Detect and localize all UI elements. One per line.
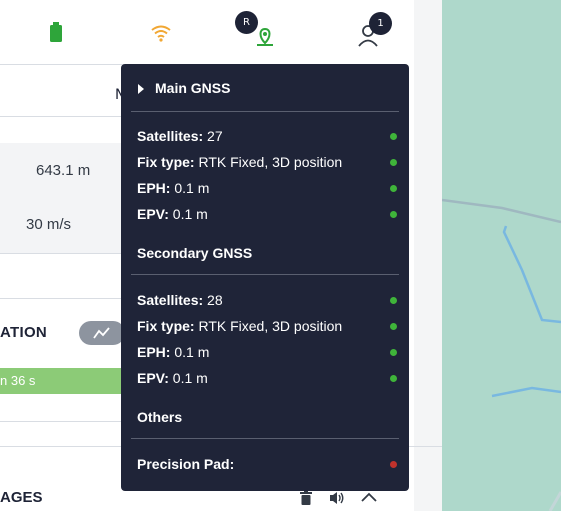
popup-divider bbox=[131, 438, 399, 439]
status-dot bbox=[390, 185, 397, 192]
mission-progress-bar: n 36 s bbox=[0, 368, 128, 394]
telemetry-values bbox=[0, 143, 127, 253]
status-dot bbox=[390, 159, 397, 166]
row-value: 0.1 m bbox=[168, 206, 208, 222]
row-label: EPV: bbox=[137, 370, 169, 386]
main-eph-row: EPH: 0.1 m bbox=[137, 180, 397, 198]
row-label: EPH: bbox=[137, 344, 171, 360]
row-value: 27 bbox=[203, 128, 223, 144]
others-title: Others bbox=[137, 409, 183, 425]
row-label: Fix type: bbox=[137, 318, 195, 334]
notification-count-badge: 1 bbox=[369, 12, 392, 35]
secondary-eph-row: EPH: 0.1 m bbox=[137, 344, 397, 362]
row-label: Satellites: bbox=[137, 292, 204, 308]
status-dot bbox=[390, 133, 397, 140]
speaker-icon[interactable] bbox=[329, 491, 345, 505]
row-value: RTK Fixed, 3D position bbox=[194, 318, 343, 334]
row-label: EPV: bbox=[137, 206, 169, 222]
main-gnss-title[interactable]: Main GNSS bbox=[155, 80, 230, 96]
caret-right-icon[interactable] bbox=[138, 84, 144, 94]
graph-icon bbox=[93, 327, 110, 339]
status-dot bbox=[390, 375, 397, 382]
mission-section-title: ATION bbox=[0, 324, 48, 341]
wifi-icon[interactable] bbox=[150, 24, 172, 42]
row-label: EPH: bbox=[137, 180, 171, 196]
graph-toggle-button[interactable] bbox=[79, 321, 125, 345]
row-value: 0.1 m bbox=[170, 180, 210, 196]
panel-edge bbox=[414, 0, 442, 511]
battery-icon[interactable] bbox=[50, 22, 62, 42]
rtk-badge: R bbox=[235, 11, 258, 34]
main-satellites-row: Satellites: 27 bbox=[137, 128, 397, 146]
status-toolbar: R 1 bbox=[0, 0, 414, 62]
altitude-value: 643.1 m bbox=[36, 162, 91, 179]
mission-card bbox=[0, 298, 128, 422]
gnss-status-popup: Main GNSS Satellites: 27 Fix type: RTK F… bbox=[121, 64, 409, 491]
row-value: 28 bbox=[203, 292, 223, 308]
status-dot bbox=[390, 323, 397, 330]
chevron-up-icon[interactable] bbox=[360, 491, 378, 503]
secondary-fix-type-row: Fix type: RTK Fixed, 3D position bbox=[137, 318, 397, 336]
messages-section-title: AGES bbox=[0, 489, 43, 506]
row-value: RTK Fixed, 3D position bbox=[194, 154, 343, 170]
mission-progress-text: n 36 s bbox=[0, 373, 36, 388]
status-dot bbox=[390, 297, 397, 304]
popup-divider bbox=[131, 274, 399, 275]
popup-divider bbox=[131, 111, 399, 112]
row-value: 0.1 m bbox=[168, 370, 208, 386]
secondary-satellites-row: Satellites: 28 bbox=[137, 292, 397, 310]
row-value: 0.1 m bbox=[170, 344, 210, 360]
status-dot bbox=[390, 349, 397, 356]
status-dot bbox=[390, 211, 397, 218]
row-label: Precision Pad: bbox=[137, 456, 235, 472]
speed-value: 30 m/s bbox=[26, 216, 72, 233]
main-epv-row: EPV: 0.1 m bbox=[137, 206, 397, 224]
secondary-gnss-title: Secondary GNSS bbox=[137, 245, 253, 261]
row-label: Fix type: bbox=[137, 154, 195, 170]
status-dot bbox=[390, 461, 397, 468]
map-roads bbox=[442, 198, 561, 511]
map-view[interactable] bbox=[442, 0, 561, 511]
secondary-epv-row: EPV: 0.1 m bbox=[137, 370, 397, 388]
main-fix-type-row: Fix type: RTK Fixed, 3D position bbox=[137, 154, 397, 172]
trash-icon[interactable] bbox=[300, 491, 312, 505]
row-label: Satellites: bbox=[137, 128, 204, 144]
telemetry-tab-header[interactable]: N bbox=[0, 65, 127, 117]
precision-pad-row: Precision Pad: bbox=[137, 456, 397, 474]
